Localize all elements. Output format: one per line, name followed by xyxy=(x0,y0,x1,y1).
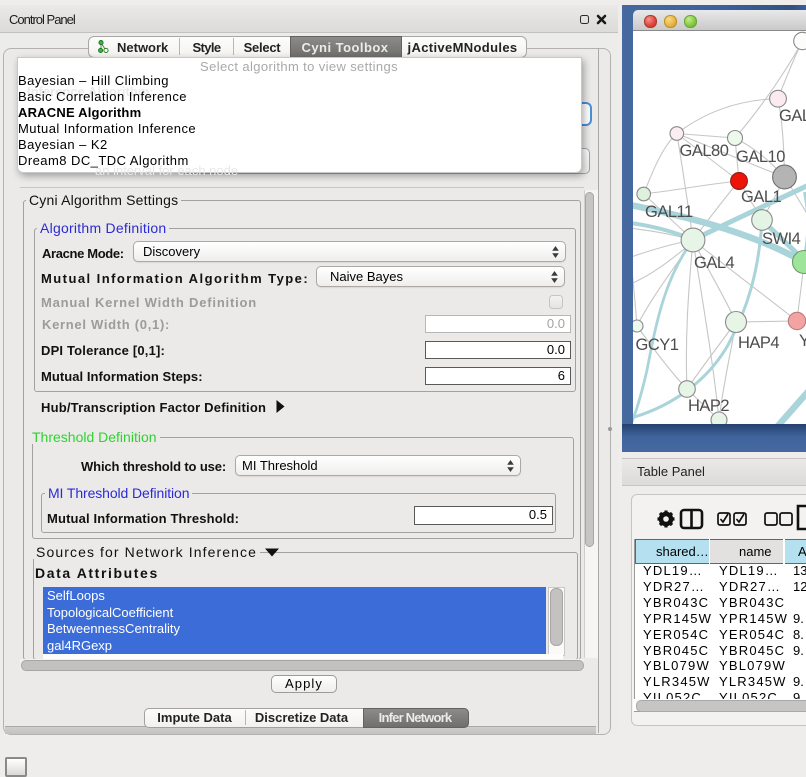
svg-text:Y: Y xyxy=(799,332,806,350)
svg-text:GAL1: GAL1 xyxy=(741,188,782,206)
svg-text:HAP4: HAP4 xyxy=(738,334,779,352)
svg-text:GAL80: GAL80 xyxy=(680,142,729,160)
svg-text:GAL11: GAL11 xyxy=(645,203,693,221)
svg-text:GCY1: GCY1 xyxy=(636,336,679,354)
svg-text:GAL2: GAL2 xyxy=(779,107,806,125)
svg-text:HAP2: HAP2 xyxy=(688,397,729,415)
svg-text:GAL10: GAL10 xyxy=(736,148,785,166)
svg-text:SWI4: SWI4 xyxy=(762,230,801,248)
svg-text:GAL4: GAL4 xyxy=(694,254,735,272)
